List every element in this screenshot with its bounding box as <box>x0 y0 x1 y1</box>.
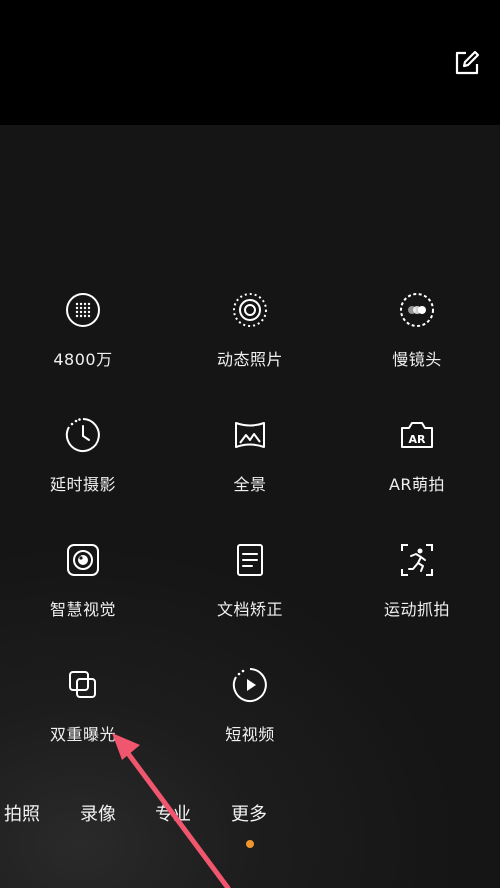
running-person-icon <box>397 540 437 580</box>
panorama-icon <box>230 415 270 455</box>
mode-timelapse[interactable]: 延时摄影 <box>8 415 158 505</box>
ar-camera-icon: AR <box>397 415 437 455</box>
mode-double-exposure[interactable]: 双重曝光 <box>8 665 158 755</box>
svg-text:AR: AR <box>409 433 427 446</box>
edit-icon[interactable] <box>452 48 482 78</box>
mode-label: 4800万 <box>53 350 113 369</box>
mode-label: 延时摄影 <box>49 475 116 494</box>
mode-label: 智慧视觉 <box>49 600 116 619</box>
live-photo-icon <box>230 290 270 330</box>
play-circle-icon <box>230 665 270 705</box>
tab-video[interactable]: 录像 <box>80 800 116 826</box>
mode-slow-motion[interactable]: 慢镜头 <box>342 290 492 380</box>
mode-tabs: 拍照 录像 专业 更多 <box>0 800 500 840</box>
top-bar <box>0 0 500 125</box>
mode-smart-vision[interactable]: 智慧视觉 <box>8 540 158 630</box>
mode-label: 全景 <box>233 475 267 494</box>
mode-48mp[interactable]: 4800万 <box>8 290 158 380</box>
modes-panel <box>0 125 500 888</box>
mode-live-photo[interactable]: 动态照片 <box>175 290 325 380</box>
slow-motion-icon <box>397 290 437 330</box>
mode-short-video[interactable]: 短视频 <box>175 665 325 755</box>
mode-ar[interactable]: AR AR萌拍 <box>342 415 492 505</box>
mode-label: 动态照片 <box>216 350 283 369</box>
mode-label: 双重曝光 <box>49 725 116 744</box>
document-icon <box>230 540 270 580</box>
tab-pro[interactable]: 专业 <box>155 800 191 826</box>
mode-label: 慢镜头 <box>392 350 442 369</box>
mode-label: AR萌拍 <box>388 475 446 494</box>
mode-label: 文档矫正 <box>216 600 283 619</box>
timelapse-clock-icon <box>63 415 103 455</box>
mode-label: 短视频 <box>225 725 275 744</box>
tab-photo[interactable]: 拍照 <box>4 800 40 826</box>
double-exposure-icon <box>63 665 103 705</box>
dotted-grid-circle-icon <box>63 290 103 330</box>
mode-document[interactable]: 文档矫正 <box>175 540 325 630</box>
mode-panorama[interactable]: 全景 <box>175 415 325 505</box>
smart-vision-icon <box>63 540 103 580</box>
tab-more[interactable]: 更多 <box>231 800 267 826</box>
selected-tab-indicator <box>246 840 254 848</box>
mode-label: 运动抓拍 <box>383 600 450 619</box>
mode-sports[interactable]: 运动抓拍 <box>342 540 492 630</box>
